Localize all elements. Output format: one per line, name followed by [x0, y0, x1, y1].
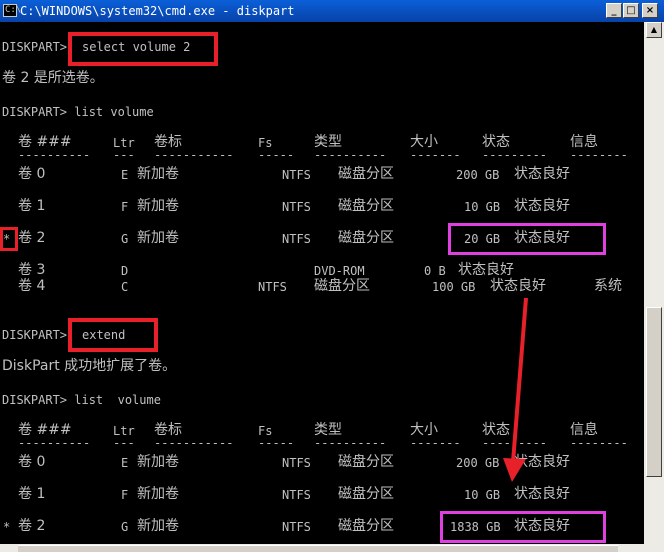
volume-label: 新加卷	[137, 230, 179, 246]
volume-status: 状态良好	[514, 198, 570, 214]
window-title: C:\WINDOWS\system32\cmd.exe - diskpart	[20, 4, 295, 18]
maximize-button[interactable]: □	[623, 3, 639, 18]
volume-number: 卷 1	[18, 198, 46, 214]
header-rule: ----------	[18, 436, 91, 450]
volume-number: 卷 0	[18, 454, 46, 470]
header-rule: ----------	[314, 436, 387, 450]
drive-letter: D	[121, 264, 129, 278]
header-rule: -----------	[154, 148, 234, 162]
file-system: NTFS	[282, 232, 311, 246]
volume-status: 状态良好	[514, 166, 570, 182]
drive-letter: F	[121, 200, 129, 214]
header-rule: -----------	[154, 436, 234, 450]
header-rule: ----------	[18, 148, 91, 162]
volume-type: 磁盘分区	[338, 518, 394, 534]
file-system: NTFS	[258, 280, 287, 294]
close-button[interactable]: ×	[642, 3, 658, 18]
volume-size: 100 GB	[432, 280, 476, 294]
volume-type: 磁盘分区	[314, 278, 370, 294]
volume-label: 新加卷	[137, 166, 179, 182]
volume-size: 0 B	[424, 264, 446, 278]
volume-size: 10 GB	[464, 488, 501, 502]
drive-letter: C	[121, 280, 129, 294]
header-rule: -----	[258, 148, 295, 162]
horizontal-scrollbar[interactable]	[0, 544, 664, 552]
drive-letter: E	[121, 168, 129, 182]
volume-number: 卷 4	[18, 278, 46, 294]
header-rule: ----------	[314, 148, 387, 162]
highlight-size-before	[448, 223, 606, 255]
highlight-extend-command	[68, 318, 158, 352]
header-rule: ---------	[482, 148, 548, 162]
horizontal-scroll-thumb[interactable]	[18, 545, 618, 552]
file-system: NTFS	[282, 488, 311, 502]
command-prompt: DISKPART>	[2, 328, 68, 342]
minimize-button[interactable]: _	[606, 3, 622, 18]
volume-status: 状态良好	[490, 278, 546, 294]
volume-type: 磁盘分区	[338, 454, 394, 470]
drive-letter: G	[121, 520, 129, 534]
header-rule: ---------	[482, 436, 548, 450]
header-rule: ---	[113, 148, 135, 162]
file-system: NTFS	[282, 168, 311, 182]
volume-info: 系统	[594, 278, 622, 294]
scroll-up-button[interactable]: ▲	[646, 22, 662, 38]
scroll-thumb[interactable]	[646, 307, 662, 477]
volume-status: 状态良好	[514, 486, 570, 502]
volume-type: 磁盘分区	[338, 486, 394, 502]
header-rule: --------	[570, 148, 628, 162]
selected-marker: *	[3, 520, 11, 534]
volume-status: 状态良好	[458, 262, 514, 278]
command-line: DISKPART> list volume	[2, 393, 161, 407]
cmd-icon[interactable]: C:\	[3, 4, 21, 17]
title-bar[interactable]: C:\ C:\WINDOWS\system32\cmd.exe - diskpa…	[0, 0, 664, 22]
command-line: DISKPART> list volume	[2, 105, 154, 119]
volume-number: 卷 2	[18, 518, 46, 534]
drive-letter: G	[121, 232, 129, 246]
volume-label: 新加卷	[137, 486, 179, 502]
volume-size: 200 GB	[456, 168, 500, 182]
volume-type: 磁盘分区	[338, 166, 394, 182]
vertical-scrollbar[interactable]: ▲	[644, 22, 664, 544]
highlight-size-after	[440, 511, 606, 543]
volume-number: 卷 2	[18, 230, 46, 246]
header-rule: -------	[410, 148, 461, 162]
drive-letter: E	[121, 456, 129, 470]
file-system: NTFS	[282, 456, 311, 470]
volume-label: 新加卷	[137, 518, 179, 534]
volume-size: 10 GB	[464, 200, 501, 214]
console-message: 卷 2 是所选卷。	[2, 70, 104, 86]
volume-number: 卷 3	[18, 262, 46, 278]
volume-status: 状态良好	[514, 454, 570, 470]
header-rule: ---	[113, 436, 135, 450]
volume-number: 卷 1	[18, 486, 46, 502]
highlight-selected-marker	[0, 227, 18, 251]
volume-type: DVD-ROM	[314, 264, 365, 278]
file-system: NTFS	[282, 520, 311, 534]
cmd-window: C:\ C:\WINDOWS\system32\cmd.exe - diskpa…	[0, 0, 664, 552]
drive-letter: F	[121, 488, 129, 502]
console-message: DiskPart 成功地扩展了卷。	[2, 358, 177, 374]
volume-size: 200 GB	[456, 456, 500, 470]
highlight-select-command	[68, 32, 218, 66]
header-rule: -----	[258, 436, 295, 450]
file-system: NTFS	[282, 200, 311, 214]
header-rule: --------	[570, 436, 628, 450]
volume-label: 新加卷	[137, 198, 179, 214]
volume-label: 新加卷	[137, 454, 179, 470]
console-output[interactable]: DISKPART> select volume 2 卷 2 是所选卷。 DISK…	[0, 22, 644, 544]
header-rule: -------	[410, 436, 461, 450]
volume-type: 磁盘分区	[338, 230, 394, 246]
volume-type: 磁盘分区	[338, 198, 394, 214]
volume-number: 卷 0	[18, 166, 46, 182]
command-prompt: DISKPART>	[2, 40, 68, 54]
